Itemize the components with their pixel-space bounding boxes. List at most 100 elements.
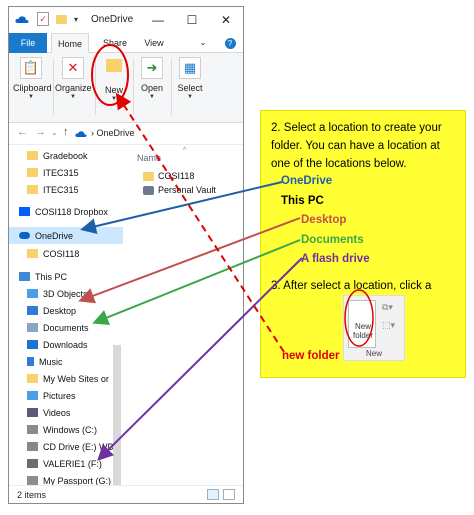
sidebar-item[interactable]: COSI118 Dropbox xyxy=(9,203,123,220)
scrollbar[interactable] xyxy=(113,345,121,485)
pictures-icon xyxy=(27,391,38,400)
list-item-label: COSI118 xyxy=(158,171,195,181)
sidebar-item[interactable]: Desktop xyxy=(9,302,123,319)
sidebar-item-label: CD Drive (E:) WD xyxy=(43,441,114,452)
breadcrumb-onedrive[interactable]: OneDrive xyxy=(97,128,135,138)
sidebar-item[interactable]: Documents xyxy=(9,319,123,336)
sidebar-item-label: COSI118 xyxy=(43,248,80,259)
folder-icon xyxy=(27,185,38,194)
tab-file[interactable]: File xyxy=(9,33,47,53)
list-item[interactable]: Personal Vault xyxy=(143,183,216,197)
file-explorer-window: ✓ ▾ OneDrive — ☐ ✕ File Home Share View … xyxy=(8,6,244,504)
tab-home[interactable]: Home xyxy=(51,33,89,54)
sidebar-item[interactable]: ITEC315 xyxy=(9,164,123,181)
copy-path-icon: ⧉▾ xyxy=(382,302,393,312)
new-folder-quick-icon[interactable] xyxy=(55,12,67,26)
step-2-text: 2. Select a location to create your fold… xyxy=(271,122,442,170)
clipboard-label: Clipboard xyxy=(13,83,52,93)
sidebar-item[interactable]: Pictures xyxy=(9,387,123,404)
sidebar-item-label: OneDrive xyxy=(35,230,74,241)
onedrive-cloud-icon xyxy=(15,12,29,26)
up-arrow-icon[interactable]: ↑ xyxy=(63,126,69,138)
tab-view[interactable]: View xyxy=(137,33,171,53)
location-desktop: Desktop xyxy=(301,214,347,226)
new-folder-example-label: New folder xyxy=(352,322,373,340)
vault-icon xyxy=(143,185,154,195)
location-documents: Documents xyxy=(301,234,364,246)
sidebar-item[interactable]: Videos xyxy=(9,404,123,421)
sidebar-item-label: Videos xyxy=(43,407,71,418)
sidebar-item-label: Windows (C:) xyxy=(43,424,98,435)
select-grid-icon: ▦ xyxy=(179,57,201,79)
sidebar-item[interactable]: My Web Sites or xyxy=(9,370,123,387)
back-arrow-icon[interactable]: ← xyxy=(17,126,28,138)
ribbon-separator xyxy=(95,59,96,115)
address-bar: ← → ⌄ ↑ › OneDrive xyxy=(9,123,243,145)
videos-icon xyxy=(27,408,38,417)
sidebar-item[interactable]: VALERIE1 (F:) xyxy=(9,455,123,472)
new-group-label: New xyxy=(365,349,382,358)
clipboard-icon: 📋 xyxy=(20,57,42,79)
sidebar-item-label: 3D Objects xyxy=(43,288,88,299)
new-folder-callout: new folder xyxy=(282,350,340,362)
step-3-text: 3. After select a location, click a xyxy=(271,280,432,292)
location-flash-drive: A flash drive xyxy=(301,253,370,265)
maximize-button[interactable]: ☐ xyxy=(175,7,209,33)
folder-icon xyxy=(27,249,38,258)
sidebar-item-label: VALERIE1 (F:) xyxy=(43,458,102,469)
window-title: OneDrive xyxy=(91,14,134,25)
sidebar-item[interactable]: 3D Objects xyxy=(9,285,123,302)
large-icons-view-button[interactable] xyxy=(223,489,235,500)
chevron-down-icon: ▼ xyxy=(149,94,155,100)
new-folder-button-example: New folder ⧉▾ ⬚▾ New xyxy=(343,295,405,361)
ribbon-tabs: File Home Share View ⌄ ? xyxy=(9,33,243,54)
details-view-button[interactable] xyxy=(207,489,219,500)
quick-access-dropdown-icon[interactable]: ▾ xyxy=(71,12,81,26)
open-button[interactable]: ➜ Open ▼ xyxy=(135,55,169,115)
help-icon[interactable]: ? xyxy=(223,33,237,53)
recent-dropdown-icon[interactable]: ⌄ xyxy=(51,128,58,137)
navigation-pane: Gradebook ITEC315 ITEC315 COSI118 Dropbox On… xyxy=(9,147,123,485)
breadcrumb[interactable]: › OneDrive xyxy=(91,128,135,138)
sidebar-item[interactable]: Music xyxy=(9,353,123,370)
column-header-name[interactable]: Name xyxy=(137,153,161,163)
sidebar-item-label: Music xyxy=(39,356,63,367)
close-button[interactable]: ✕ xyxy=(209,7,243,33)
ribbon-separator xyxy=(171,59,172,115)
forward-arrow-icon[interactable]: → xyxy=(35,126,46,138)
usb-drive-icon xyxy=(27,459,38,468)
minimize-button[interactable]: — xyxy=(141,7,175,33)
sidebar-item[interactable]: This PC xyxy=(9,268,123,285)
sidebar-item[interactable]: Gradebook xyxy=(9,147,123,164)
properties-icon[interactable]: ✓ xyxy=(37,12,49,26)
folder-icon xyxy=(27,168,38,177)
select-button[interactable]: ▦ Select ▼ xyxy=(173,55,207,115)
sidebar-item-label: ITEC315 xyxy=(43,184,79,195)
music-icon xyxy=(27,357,34,366)
sidebar-item[interactable]: My Passport (G:) xyxy=(9,472,123,485)
select-label: Select xyxy=(177,83,203,93)
sidebar-item-label: Pictures xyxy=(43,390,76,401)
folder-icon xyxy=(143,171,154,181)
sidebar-item[interactable]: Windows (C:) xyxy=(9,421,123,438)
organize-label: Organize xyxy=(55,83,92,93)
sidebar-item-label: My Web Sites or xyxy=(43,373,109,384)
sidebar-item[interactable]: COSI118 xyxy=(9,245,123,262)
sidebar-item[interactable]: CD Drive (E:) WD xyxy=(9,438,123,455)
sidebar-item-label: My Passport (G:) xyxy=(43,475,112,486)
sidebar-item[interactable]: ITEC315 xyxy=(9,181,123,198)
tab-share[interactable]: Share xyxy=(97,33,133,53)
status-bar: 2 items xyxy=(9,485,243,503)
list-item[interactable]: COSI118 xyxy=(143,169,194,183)
3d-objects-icon xyxy=(27,289,38,298)
drive-icon xyxy=(27,476,38,485)
sidebar-item[interactable]: Downloads xyxy=(9,336,123,353)
sidebar-item-label: This PC xyxy=(35,271,68,282)
clipboard-button[interactable]: 📋 Clipboard ▼ xyxy=(13,55,52,115)
ribbon-expand-icon[interactable]: ⌄ xyxy=(197,33,209,53)
organize-button[interactable]: ✕ Organize ▼ xyxy=(55,55,92,115)
folder-icon xyxy=(27,151,38,160)
sidebar-item[interactable]: OneDrive xyxy=(9,227,123,244)
cd-drive-icon xyxy=(27,442,38,451)
new-button[interactable]: New ▼ xyxy=(97,55,131,115)
